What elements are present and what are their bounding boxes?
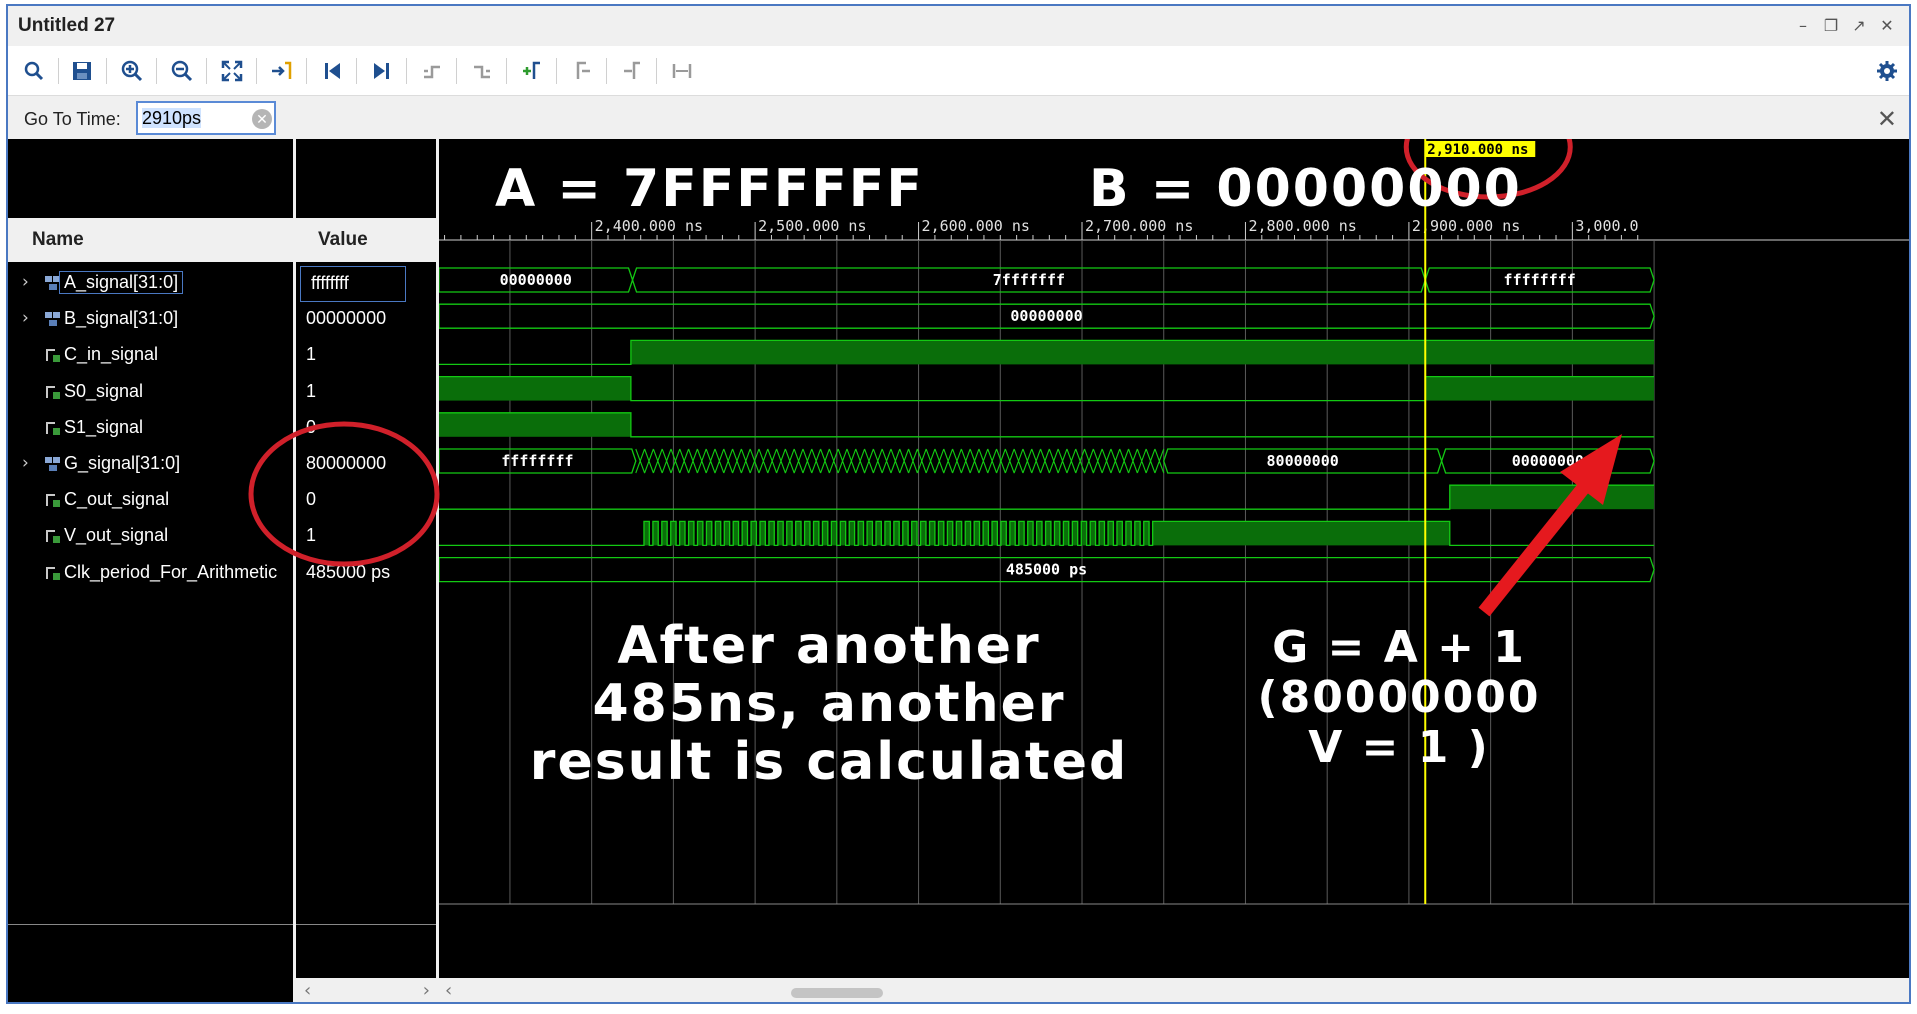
overlay-annotations (248, 421, 440, 567)
highlight-circle-values (248, 421, 440, 567)
